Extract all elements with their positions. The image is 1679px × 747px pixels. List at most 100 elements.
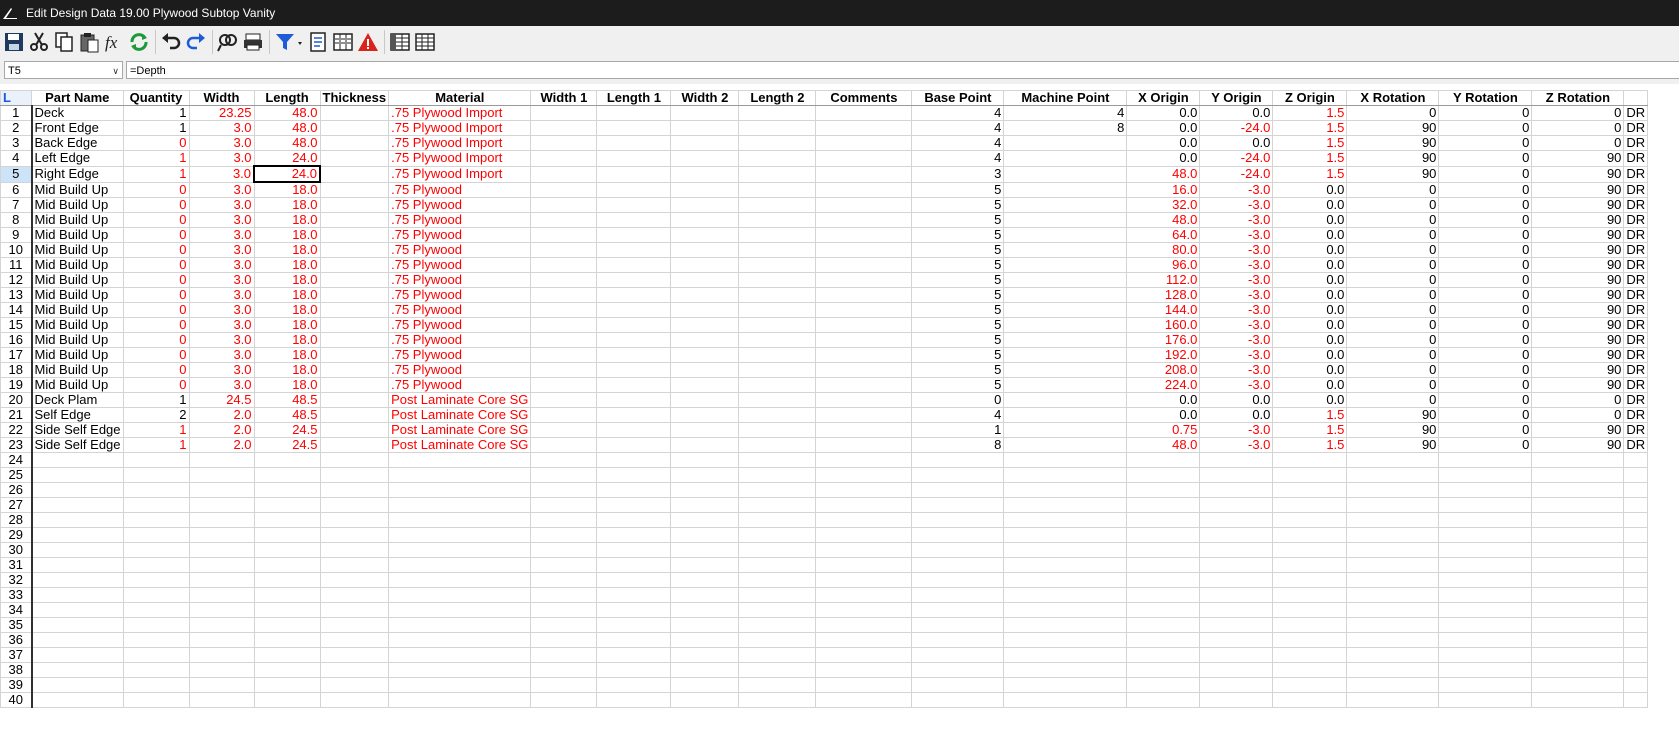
width1-cell[interactable] xyxy=(530,302,598,318)
x-origin-cell[interactable] xyxy=(1126,632,1201,648)
z-origin-cell[interactable] xyxy=(1272,632,1348,648)
column-header[interactable]: Thickness xyxy=(319,90,390,106)
x-origin-cell[interactable] xyxy=(1126,482,1201,498)
machine-point-cell[interactable] xyxy=(1003,135,1128,151)
machine-point-cell[interactable] xyxy=(1003,362,1128,378)
width2-cell[interactable] xyxy=(670,257,740,273)
length-cell[interactable]: 18.0 xyxy=(253,272,321,288)
column-header[interactable] xyxy=(1623,90,1649,106)
base-point-cell[interactable]: 5 xyxy=(911,242,1005,258)
x-rotation-cell[interactable] xyxy=(1346,692,1440,708)
comments-cell[interactable] xyxy=(815,135,913,151)
length2-cell[interactable] xyxy=(738,120,817,136)
machine-point-cell[interactable] xyxy=(1003,557,1128,573)
comments-cell[interactable] xyxy=(815,197,913,213)
length2-cell[interactable] xyxy=(738,227,817,243)
y-origin-cell[interactable] xyxy=(1199,452,1274,468)
quantity-cell[interactable]: 0 xyxy=(122,302,190,318)
y-rotation-cell[interactable] xyxy=(1438,602,1533,618)
x-rotation-cell[interactable]: 90 xyxy=(1346,422,1440,438)
base-point-cell[interactable] xyxy=(911,632,1005,648)
machine-point-cell[interactable]: 4 xyxy=(1003,105,1128,121)
width1-cell[interactable] xyxy=(530,242,598,258)
x-origin-cell[interactable]: 224.0 xyxy=(1126,377,1201,393)
x-origin-cell[interactable] xyxy=(1126,587,1201,603)
length-cell[interactable]: 24.0 xyxy=(253,165,322,183)
paste-icon[interactable] xyxy=(77,29,101,55)
y-origin-cell[interactable]: -24.0 xyxy=(1199,150,1274,167)
material-cell[interactable]: .75 Plywood Import xyxy=(388,105,532,121)
width-cell[interactable] xyxy=(188,602,255,618)
row-header[interactable]: 21 xyxy=(0,407,33,423)
length1-cell[interactable] xyxy=(596,120,672,136)
machine-point-cell[interactable] xyxy=(1003,602,1128,618)
length1-cell[interactable] xyxy=(596,422,672,438)
width2-cell[interactable] xyxy=(670,317,740,333)
length-cell[interactable]: 18.0 xyxy=(253,377,321,393)
material-cell[interactable] xyxy=(388,527,532,543)
length-cell[interactable] xyxy=(253,452,321,468)
thickness-cell[interactable] xyxy=(319,527,390,543)
width-cell[interactable] xyxy=(188,572,255,588)
x-rotation-cell[interactable] xyxy=(1346,452,1440,468)
quantity-cell[interactable]: 2 xyxy=(122,407,190,423)
y-origin-cell[interactable]: -3.0 xyxy=(1199,437,1274,453)
part-name-cell[interactable] xyxy=(31,617,124,633)
thickness-cell[interactable] xyxy=(319,602,390,618)
length2-cell[interactable] xyxy=(738,407,817,423)
extra-cell[interactable]: DR xyxy=(1623,317,1649,333)
material-cell[interactable]: .75 Plywood xyxy=(388,257,532,273)
quantity-cell[interactable] xyxy=(122,677,190,693)
z-origin-cell[interactable] xyxy=(1272,662,1348,678)
extra-cell[interactable]: DR xyxy=(1623,150,1649,167)
y-origin-cell[interactable] xyxy=(1199,692,1274,708)
x-origin-cell[interactable]: 48.0 xyxy=(1126,212,1201,228)
width-cell[interactable]: 2.0 xyxy=(188,437,255,453)
thickness-cell[interactable] xyxy=(319,692,390,708)
length2-cell[interactable] xyxy=(738,452,817,468)
x-origin-cell[interactable] xyxy=(1126,602,1201,618)
extra-cell[interactable] xyxy=(1623,647,1649,663)
width1-cell[interactable] xyxy=(530,467,598,483)
refresh-icon[interactable] xyxy=(127,29,151,55)
x-rotation-cell[interactable]: 0 xyxy=(1346,302,1440,318)
length2-cell[interactable] xyxy=(738,105,817,121)
length-cell[interactable]: 18.0 xyxy=(253,287,321,303)
base-point-cell[interactable] xyxy=(911,647,1005,663)
length1-cell[interactable] xyxy=(596,692,672,708)
row-header[interactable]: 38 xyxy=(0,662,33,678)
machine-point-cell[interactable] xyxy=(1003,272,1128,288)
z-origin-cell[interactable] xyxy=(1272,527,1348,543)
machine-point-cell[interactable] xyxy=(1003,257,1128,273)
y-origin-cell[interactable]: -3.0 xyxy=(1199,377,1274,393)
width2-cell[interactable] xyxy=(670,572,740,588)
row-header[interactable]: 34 xyxy=(0,602,33,618)
part-name-cell[interactable] xyxy=(31,557,124,573)
x-rotation-cell[interactable] xyxy=(1346,662,1440,678)
row-header[interactable]: 1 xyxy=(0,105,33,121)
x-rotation-cell[interactable] xyxy=(1346,557,1440,573)
x-origin-cell[interactable]: 144.0 xyxy=(1126,302,1201,318)
x-origin-cell[interactable] xyxy=(1126,662,1201,678)
y-origin-cell[interactable] xyxy=(1199,497,1274,513)
cut-icon[interactable] xyxy=(27,29,51,55)
thickness-cell[interactable] xyxy=(319,317,390,333)
part-name-cell[interactable] xyxy=(31,677,124,693)
material-cell[interactable]: Post Laminate Core SG xyxy=(388,437,532,453)
thickness-cell[interactable] xyxy=(319,212,390,228)
length2-cell[interactable] xyxy=(738,542,817,558)
width2-cell[interactable] xyxy=(670,242,740,258)
z-origin-cell[interactable]: 0.0 xyxy=(1272,287,1348,303)
thickness-cell[interactable] xyxy=(319,257,390,273)
width-cell[interactable] xyxy=(188,482,255,498)
length-cell[interactable] xyxy=(253,497,321,513)
x-origin-cell[interactable]: 80.0 xyxy=(1126,242,1201,258)
z-rotation-cell[interactable] xyxy=(1531,662,1625,678)
quantity-cell[interactable]: 1 xyxy=(122,105,190,121)
length-cell[interactable]: 48.0 xyxy=(253,120,321,136)
comments-cell[interactable] xyxy=(815,677,913,693)
extra-cell[interactable]: DR xyxy=(1623,135,1649,151)
width2-cell[interactable] xyxy=(670,617,740,633)
quantity-cell[interactable]: 0 xyxy=(122,377,190,393)
width-cell[interactable]: 3.0 xyxy=(188,362,255,378)
